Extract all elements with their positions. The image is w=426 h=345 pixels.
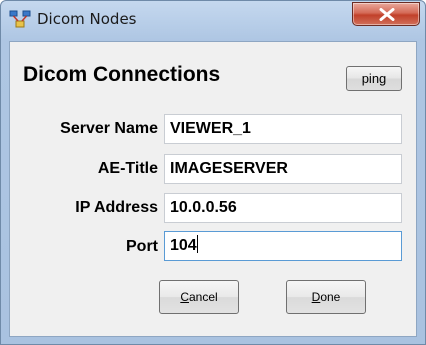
- ae-title-field[interactable]: IMAGESERVER: [164, 154, 402, 184]
- cancel-button[interactable]: Cancel: [159, 280, 239, 314]
- title-bar[interactable]: Dicom Nodes: [1, 1, 425, 41]
- dialog-window: Dicom Nodes Dicom Connections ping Serve…: [0, 0, 426, 345]
- dialog-heading: Dicom Connections: [23, 63, 221, 86]
- port-field[interactable]: 104: [164, 231, 402, 261]
- server-name-label: Server Name: [60, 120, 158, 137]
- cancel-mnemonic: C: [180, 290, 189, 304]
- port-value: 104: [170, 237, 197, 254]
- close-button[interactable]: [352, 2, 420, 26]
- ip-address-field[interactable]: 10.0.0.56: [164, 193, 402, 223]
- network-nodes-icon: [9, 9, 31, 29]
- done-label: one: [320, 290, 341, 304]
- done-button[interactable]: Done: [286, 280, 366, 314]
- done-mnemonic: D: [311, 290, 321, 304]
- cancel-label: ancel: [188, 290, 218, 304]
- dialog-content: Dicom Connections ping Server Name VIEWE…: [9, 41, 417, 337]
- text-caret: [196, 235, 198, 253]
- ip-address-label: IP Address: [75, 199, 158, 216]
- server-name-field[interactable]: VIEWER_1: [164, 114, 402, 144]
- ping-button[interactable]: ping: [346, 66, 402, 91]
- ae-title-label: AE-Title: [97, 160, 158, 177]
- close-icon: [379, 8, 395, 21]
- window-title: Dicom Nodes: [37, 10, 137, 28]
- port-label: Port: [126, 238, 158, 255]
